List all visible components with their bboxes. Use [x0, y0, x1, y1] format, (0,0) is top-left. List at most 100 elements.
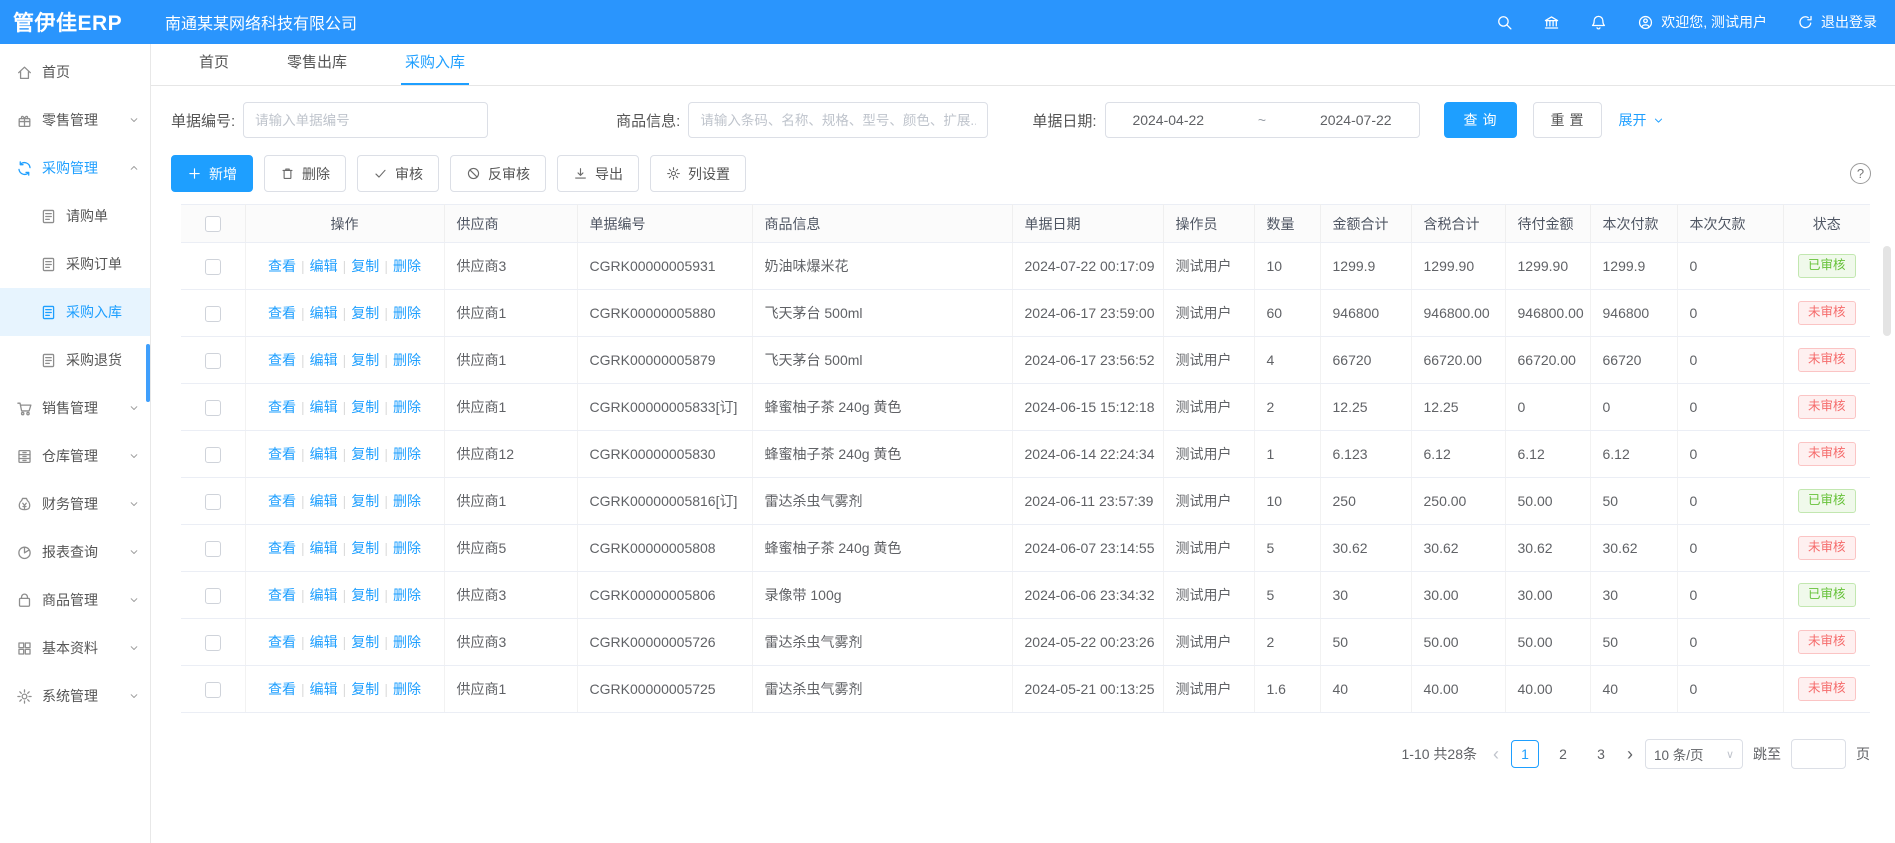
row-checkbox[interactable] — [205, 306, 221, 322]
sidebar-item-purchase-mgmt[interactable]: 采购管理 — [0, 144, 150, 192]
view-link[interactable]: 查看 — [268, 258, 296, 274]
edit-link[interactable]: 编辑 — [310, 352, 338, 368]
edit-link[interactable]: 编辑 — [310, 399, 338, 415]
tab-retail-outbound[interactable]: 零售出库 — [283, 51, 351, 85]
sidebar-item-warehouse-mgmt[interactable]: 仓库管理 — [0, 432, 150, 480]
delete-link[interactable]: 删除 — [393, 681, 421, 697]
sidebar-item-sales-mgmt[interactable]: 销售管理 — [0, 384, 150, 432]
logout-button[interactable]: 退出登录 — [1797, 12, 1877, 32]
page-size-select[interactable]: 10 条/页 ∨ — [1645, 739, 1743, 769]
link-separator: | — [343, 305, 347, 321]
row-checkbox[interactable] — [205, 259, 221, 275]
audit-button[interactable]: 审核 — [357, 155, 439, 192]
view-link[interactable]: 查看 — [268, 634, 296, 650]
delete-link[interactable]: 删除 — [393, 587, 421, 603]
view-link[interactable]: 查看 — [268, 399, 296, 415]
delete-link[interactable]: 删除 — [393, 634, 421, 650]
edit-link[interactable]: 编辑 — [310, 587, 338, 603]
delete-link[interactable]: 删除 — [393, 258, 421, 274]
product-cell: 奶油味爆米花 — [752, 243, 1012, 290]
copy-link[interactable]: 复制 — [351, 446, 379, 462]
bell-icon[interactable] — [1590, 14, 1607, 31]
copy-link[interactable]: 复制 — [351, 493, 379, 509]
edit-link[interactable]: 编辑 — [310, 305, 338, 321]
product-info-input[interactable] — [688, 102, 988, 138]
copy-link[interactable]: 复制 — [351, 540, 379, 556]
row-checkbox[interactable] — [205, 400, 221, 416]
add-button[interactable]: 新增 — [171, 155, 253, 192]
copy-link[interactable]: 复制 — [351, 305, 379, 321]
sidebar-item-finance-mgmt[interactable]: 财务管理 — [0, 480, 150, 528]
sidebar-item-system-mgmt[interactable]: 系统管理 — [0, 672, 150, 720]
delete-link[interactable]: 删除 — [393, 493, 421, 509]
row-checkbox[interactable] — [205, 447, 221, 463]
unaudit-button[interactable]: 反审核 — [450, 155, 546, 192]
delete-link[interactable]: 删除 — [393, 352, 421, 368]
sidebar-item-goods-mgmt[interactable]: 商品管理 — [0, 576, 150, 624]
sidebar-item-purchase-request[interactable]: 请购单 — [0, 192, 150, 240]
sidebar-item-home[interactable]: 首页 — [0, 48, 150, 96]
user-menu[interactable]: 欢迎您, 测试用户 — [1637, 12, 1767, 32]
row-checkbox[interactable] — [205, 682, 221, 698]
view-link[interactable]: 查看 — [268, 493, 296, 509]
copy-link[interactable]: 复制 — [351, 399, 379, 415]
view-link[interactable]: 查看 — [268, 446, 296, 462]
page-button-2[interactable]: 2 — [1549, 740, 1577, 768]
tab-purchase-inbound[interactable]: 采购入库 — [401, 51, 469, 85]
delete-link[interactable]: 删除 — [393, 540, 421, 556]
edit-link[interactable]: 编辑 — [310, 634, 338, 650]
sidebar-item-retail-mgmt[interactable]: 零售管理 — [0, 96, 150, 144]
edit-link[interactable]: 编辑 — [310, 493, 338, 509]
doc-no-cell: CGRK00000005833[订] — [577, 384, 752, 431]
delete-button[interactable]: 删除 — [264, 155, 346, 192]
copy-link[interactable]: 复制 — [351, 681, 379, 697]
edit-link[interactable]: 编辑 — [310, 681, 338, 697]
page-button-1[interactable]: 1 — [1511, 740, 1539, 768]
date-range-picker[interactable]: 2024-04-22 ~ 2024-07-22 — [1105, 102, 1420, 138]
view-link[interactable]: 查看 — [268, 587, 296, 603]
view-link[interactable]: 查看 — [268, 540, 296, 556]
tab-home[interactable]: 首页 — [195, 51, 233, 85]
sidebar-scrollbar[interactable] — [146, 344, 150, 402]
date-to-value[interactable]: 2024-07-22 — [1320, 112, 1392, 128]
select-all-checkbox[interactable] — [205, 216, 221, 232]
edit-link[interactable]: 编辑 — [310, 258, 338, 274]
date-from-value[interactable]: 2024-04-22 — [1132, 112, 1204, 128]
expand-link[interactable]: 展开 — [1619, 110, 1665, 130]
doc-no-input[interactable] — [243, 102, 488, 138]
page-button-3[interactable]: 3 — [1587, 740, 1615, 768]
view-link[interactable]: 查看 — [268, 352, 296, 368]
copy-link[interactable]: 复制 — [351, 634, 379, 650]
bank-icon[interactable] — [1543, 14, 1560, 31]
copy-link[interactable]: 复制 — [351, 352, 379, 368]
edit-link[interactable]: 编辑 — [310, 446, 338, 462]
sidebar-item-purchase-return[interactable]: 采购退货 — [0, 336, 150, 384]
next-page-button[interactable]: › — [1625, 745, 1635, 763]
edit-link[interactable]: 编辑 — [310, 540, 338, 556]
row-checkbox[interactable] — [205, 353, 221, 369]
copy-link[interactable]: 复制 — [351, 587, 379, 603]
copy-link[interactable]: 复制 — [351, 258, 379, 274]
sidebar-item-purchase-order[interactable]: 采购订单 — [0, 240, 150, 288]
view-link[interactable]: 查看 — [268, 305, 296, 321]
row-checkbox[interactable] — [205, 541, 221, 557]
delete-link[interactable]: 删除 — [393, 399, 421, 415]
column-settings-button[interactable]: 列设置 — [650, 155, 746, 192]
sidebar-item-report-query[interactable]: 报表查询 — [0, 528, 150, 576]
table-scrollbar[interactable] — [1883, 246, 1891, 336]
search-icon[interactable] — [1496, 14, 1513, 31]
row-checkbox[interactable] — [205, 494, 221, 510]
delete-link[interactable]: 删除 — [393, 446, 421, 462]
row-checkbox[interactable] — [205, 635, 221, 651]
reset-button[interactable]: 重置 — [1533, 102, 1602, 138]
delete-link[interactable]: 删除 — [393, 305, 421, 321]
help-icon[interactable]: ? — [1850, 163, 1871, 184]
search-button[interactable]: 查询 — [1444, 102, 1517, 138]
row-checkbox[interactable] — [205, 588, 221, 604]
sidebar-item-basic-data[interactable]: 基本资料 — [0, 624, 150, 672]
prev-page-button[interactable]: ‹ — [1491, 745, 1501, 763]
export-button[interactable]: 导出 — [557, 155, 639, 192]
sidebar-item-purchase-inbound[interactable]: 采购入库 — [0, 288, 150, 336]
view-link[interactable]: 查看 — [268, 681, 296, 697]
jump-page-input[interactable] — [1791, 739, 1846, 769]
